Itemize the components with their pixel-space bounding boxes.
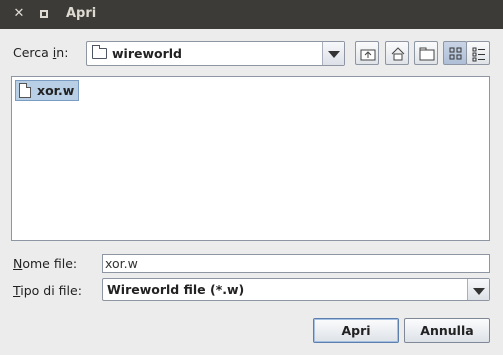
up-folder-icon bbox=[360, 49, 376, 61]
chevron-down-icon[interactable] bbox=[467, 279, 489, 300]
file-type-value: Wireworld file (*.w) bbox=[107, 282, 245, 297]
list-view-button[interactable] bbox=[443, 41, 467, 65]
up-folder-button[interactable] bbox=[355, 41, 379, 65]
close-icon[interactable]: ✕ bbox=[11, 6, 27, 22]
open-button[interactable]: Apri bbox=[313, 318, 399, 343]
file-name-label: Nome file: bbox=[13, 256, 78, 271]
look-in-label: Cerca in: bbox=[13, 45, 69, 60]
file-type-combo[interactable]: Wireworld file (*.w) bbox=[102, 278, 490, 301]
home-icon bbox=[391, 47, 405, 61]
look-in-combo[interactable]: wireworld bbox=[86, 41, 345, 66]
new-folder-button[interactable] bbox=[414, 41, 438, 65]
file-name: xor.w bbox=[37, 83, 75, 98]
new-folder-icon bbox=[419, 47, 435, 61]
chevron-down-icon[interactable] bbox=[322, 42, 344, 65]
window-title: Apri bbox=[66, 6, 97, 21]
cancel-button[interactable]: Annulla bbox=[404, 318, 490, 343]
list-item[interactable]: xor.w bbox=[15, 80, 80, 101]
file-name-field[interactable]: xor.w bbox=[102, 254, 490, 273]
home-button[interactable] bbox=[385, 41, 409, 65]
file-type-label: Tipo di file: bbox=[13, 283, 82, 298]
file-list[interactable]: xor.w bbox=[11, 76, 490, 241]
look-in-value: wireworld bbox=[112, 46, 183, 61]
folder-icon bbox=[92, 45, 107, 59]
maximize-icon[interactable] bbox=[36, 6, 52, 22]
list-view-icon bbox=[449, 47, 462, 60]
details-view-button[interactable] bbox=[466, 41, 490, 65]
file-icon bbox=[19, 83, 31, 98]
details-view-icon bbox=[472, 47, 485, 62]
title-bar: ✕ Apri bbox=[0, 0, 503, 29]
